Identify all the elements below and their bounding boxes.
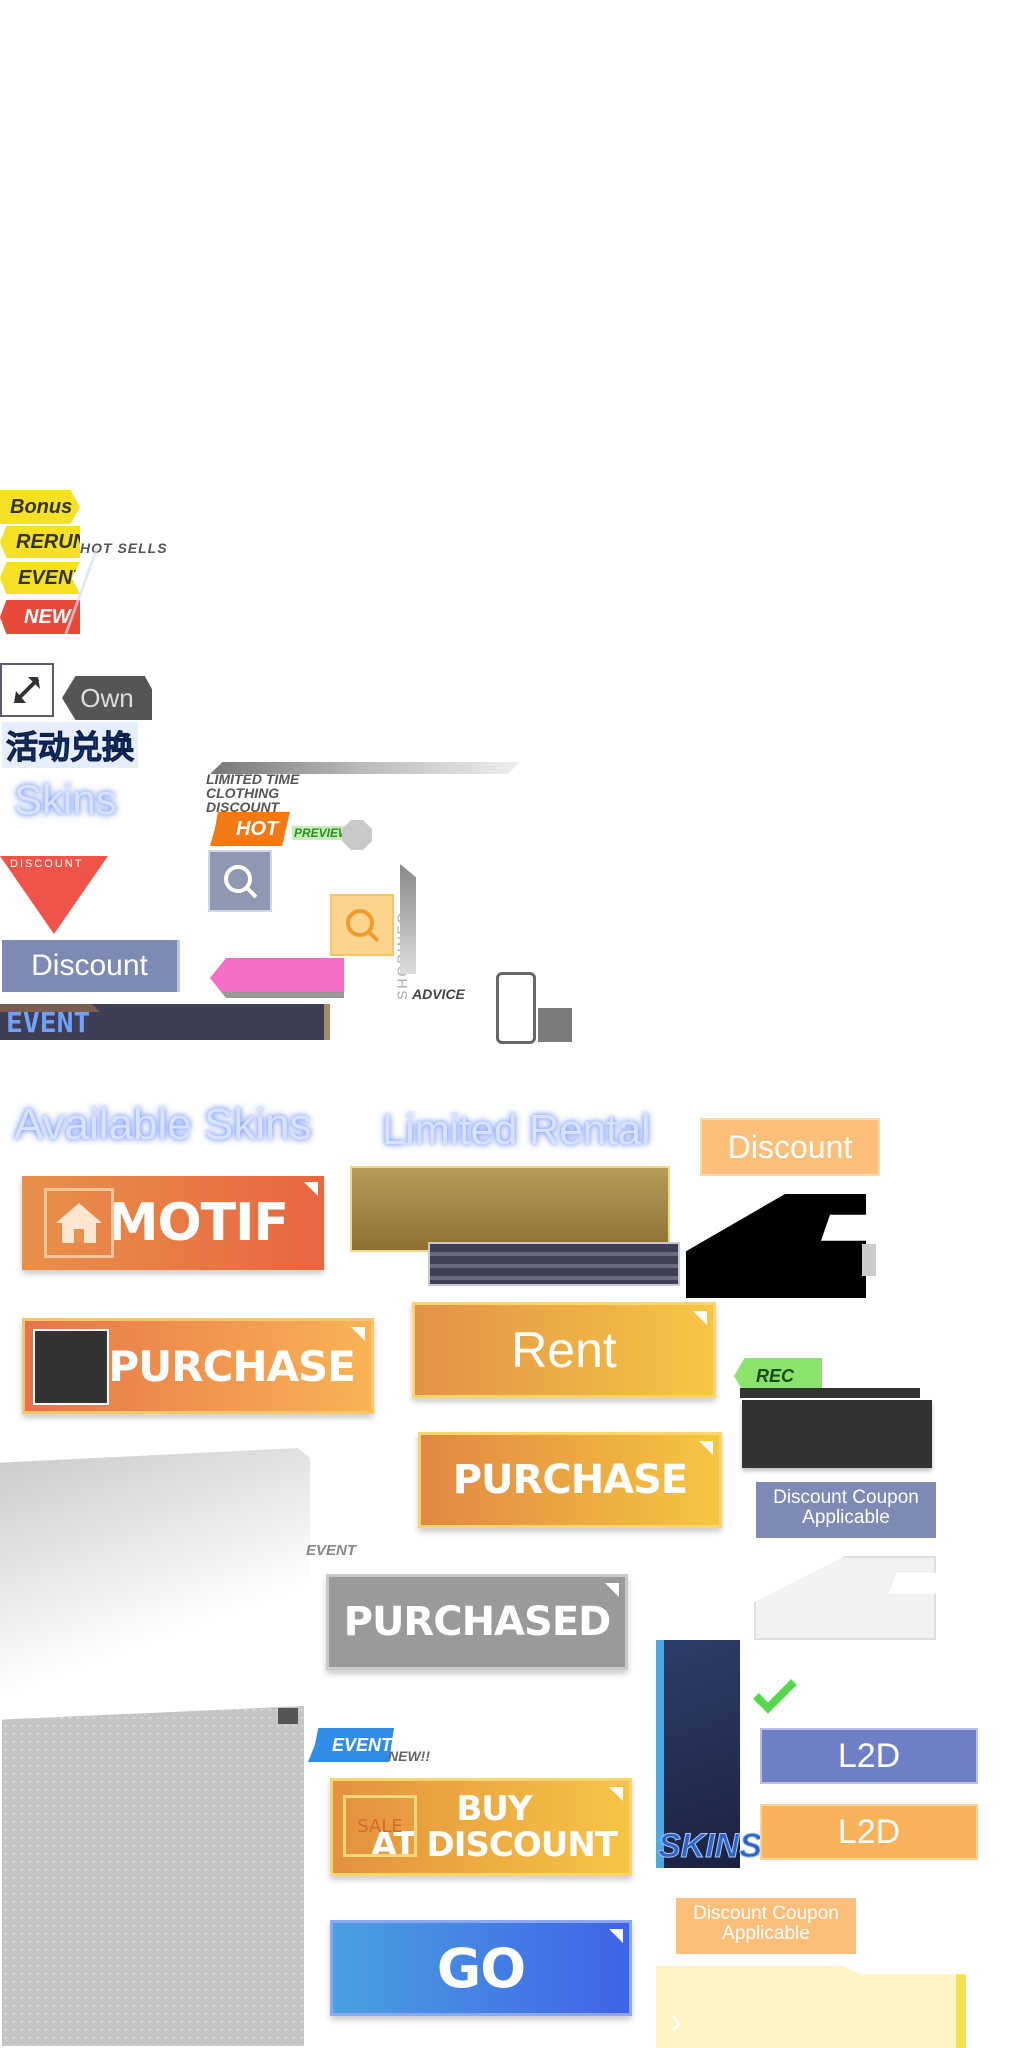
purchase-button[interactable]: PURCHASE bbox=[22, 1318, 374, 1414]
l2d-badge-orange: L2D bbox=[760, 1804, 978, 1860]
search-button-blue[interactable] bbox=[208, 850, 272, 912]
event-small-label: EVENT bbox=[306, 1542, 357, 1559]
rec-tag-label: REC bbox=[756, 1365, 795, 1386]
corner-marker-icon bbox=[304, 1182, 318, 1196]
new-tag-label: NEW bbox=[24, 605, 71, 628]
search-icon bbox=[346, 909, 380, 943]
event-tag-blue: EVENT bbox=[308, 1728, 394, 1762]
motif-button-label: MOTIF bbox=[106, 1193, 289, 1253]
dark-card bbox=[742, 1400, 932, 1468]
event-bar: EVENT bbox=[0, 1004, 330, 1040]
gold-bar bbox=[350, 1166, 670, 1252]
event-tag-yellow: EVENT bbox=[0, 562, 80, 594]
discount-triangle-label: DISCOUNT bbox=[10, 858, 84, 870]
yellow-panel bbox=[656, 1966, 966, 2048]
limited-time-line-3: DISCOUNT bbox=[206, 799, 280, 815]
corner-marker-icon bbox=[609, 1929, 623, 1943]
corner-marker-icon bbox=[351, 1327, 365, 1341]
discount-coupon-badge: Discount Coupon Applicable bbox=[756, 1482, 936, 1538]
dotted-grey-panel bbox=[2, 1706, 304, 2046]
dark-card-top bbox=[740, 1388, 920, 1398]
close-icon[interactable] bbox=[278, 1708, 298, 1724]
corner-marker-icon bbox=[693, 1311, 707, 1325]
sale-ticket-icon: SALE bbox=[343, 1795, 417, 1857]
purchase-button-gold[interactable]: PURCHASE bbox=[418, 1432, 722, 1528]
rerun-tag: RERUN bbox=[0, 526, 80, 558]
new-exclaim-label: NEW!! bbox=[388, 1748, 430, 1764]
discount-badge-orange: Discount bbox=[700, 1118, 880, 1176]
purchased-button[interactable]: PURCHASED bbox=[326, 1574, 628, 1670]
checkmark-icon bbox=[753, 1679, 797, 1714]
advice-label: ADVICE bbox=[412, 986, 465, 1002]
activity-exchange-label: 活动兑换 bbox=[2, 722, 139, 768]
rerun-tag-label: RERUN bbox=[16, 530, 88, 553]
skins-owned-banner: Skins Owned SKINS bbox=[656, 1640, 782, 1868]
limited-time-line-1: LIMITED TIME bbox=[206, 771, 300, 787]
event-tag-blue-label: EVENT bbox=[332, 1734, 393, 1755]
available-skins-title: Available Skins bbox=[14, 1100, 312, 1149]
hot-tag-label: HOT bbox=[236, 817, 279, 840]
dark-stripe-bar bbox=[428, 1242, 680, 1286]
coupon2-line-1: Discount Coupon bbox=[693, 1903, 839, 1924]
pink-arrow-tag bbox=[210, 958, 344, 998]
coupon-line-2: Applicable bbox=[802, 1507, 890, 1528]
own-badge: Own bbox=[62, 676, 152, 720]
limited-rental-title: Limited Rental bbox=[382, 1106, 651, 1153]
corner-marker-icon bbox=[699, 1441, 713, 1455]
go-button-label: GO bbox=[436, 1936, 526, 2000]
expand-icon[interactable] bbox=[0, 663, 54, 717]
event-bar-label: EVENT bbox=[6, 1006, 91, 1039]
hanger-grey-icon bbox=[754, 1556, 936, 1640]
coupon-line-1: Discount Coupon bbox=[773, 1487, 919, 1508]
l2d-badge-blue-label: L2D bbox=[837, 1736, 901, 1775]
chevron-right-icon[interactable]: › bbox=[670, 2000, 682, 2042]
motif-button[interactable]: MOTIF bbox=[22, 1176, 324, 1270]
search-button-orange[interactable] bbox=[330, 894, 394, 956]
search-icon bbox=[224, 865, 258, 899]
corner-marker-icon bbox=[609, 1787, 623, 1801]
hanger-icon bbox=[686, 1194, 866, 1298]
corner-marker-icon bbox=[605, 1583, 619, 1597]
rent-button-label: Rent bbox=[511, 1322, 617, 1378]
bonus-tag: Bonus bbox=[0, 490, 80, 524]
discount-chip-label: Discount bbox=[31, 949, 148, 982]
hot-tag: HOT bbox=[210, 812, 290, 846]
thumbnail-placeholder bbox=[33, 1329, 109, 1405]
home-icon bbox=[44, 1188, 114, 1258]
discount-coupon-badge-orange: Discount Coupon Applicable bbox=[676, 1898, 856, 1954]
phone-icon bbox=[496, 972, 536, 1044]
sale-label: SALE bbox=[357, 1815, 403, 1837]
limited-time-text: LIMITED TIME CLOTHING DISCOUNT bbox=[206, 772, 299, 814]
octagon-icon bbox=[342, 820, 372, 850]
purchase-button-gold-label: PURCHASE bbox=[452, 1457, 689, 1503]
l2d-badge-orange-label: L2D bbox=[837, 1812, 901, 1851]
square-icon bbox=[538, 1008, 572, 1042]
go-button[interactable]: GO bbox=[330, 1920, 632, 2016]
event-tag-yellow-label: EVENT bbox=[18, 566, 85, 589]
coupon2-line-2: Applicable bbox=[722, 1923, 810, 1944]
discount-chip: Discount bbox=[2, 940, 180, 992]
purchased-button-label: PURCHASED bbox=[343, 1599, 612, 1645]
own-badge-label: Own bbox=[80, 682, 134, 713]
limited-time-line-2: CLOTHING bbox=[206, 785, 280, 801]
bonus-tag-label: Bonus bbox=[10, 495, 73, 518]
purchase-button-label: PURCHASE bbox=[108, 1341, 356, 1391]
skins-title: Skins bbox=[14, 776, 117, 823]
buy-at-discount-button[interactable]: SALE BUY AT DISCOUNT bbox=[330, 1778, 632, 1876]
l2d-badge-blue: L2D bbox=[760, 1728, 978, 1784]
discount-badge-label: Discount bbox=[727, 1128, 853, 1165]
shopinfo-bar bbox=[400, 864, 416, 974]
grey-gradient-panel bbox=[0, 1448, 310, 1694]
rent-button[interactable]: Rent bbox=[412, 1302, 716, 1398]
hanger-shadow bbox=[862, 1244, 876, 1276]
skins-banner-label: SKINS bbox=[658, 1827, 763, 1866]
